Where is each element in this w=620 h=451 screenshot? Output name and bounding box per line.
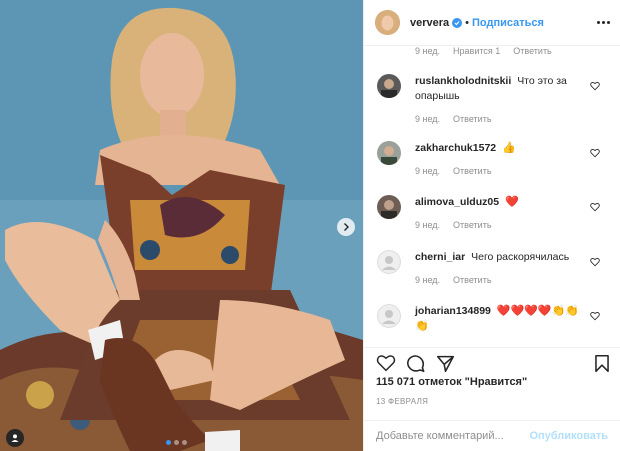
comment-time: 9 нед.	[415, 220, 441, 230]
post-actions-bar	[364, 347, 620, 377]
commenter-username[interactable]: joharian134899	[415, 305, 491, 317]
user-tag-icon	[11, 434, 19, 442]
commenter-username[interactable]: ruslankholodnitskii	[415, 75, 511, 87]
comment-like-heart-icon[interactable]	[590, 148, 600, 158]
comment-text: Чего раскорячилась	[471, 251, 570, 263]
commenter-avatar[interactable]	[377, 304, 401, 328]
comment-time: 9 нед.	[415, 166, 441, 176]
comment-text-block: ruslankholodnitskii Что это за опарышь	[415, 74, 590, 104]
comment-meta: 9 нед. Ответить	[415, 220, 492, 230]
comment-text-block: cherni_iar Чего раскорячилась	[415, 250, 590, 265]
comment-meta: 9 нед. Ответить	[415, 275, 492, 285]
avatar-image	[375, 10, 400, 35]
comment-text: ❤️	[504, 196, 519, 208]
comment-item: ruslankholodnitskii Что это за опарышь 9…	[364, 74, 620, 128]
carousel-dot-active	[166, 440, 171, 445]
comment-like-heart-icon[interactable]	[590, 257, 600, 267]
user-tags-button[interactable]	[6, 429, 24, 447]
publish-button[interactable]: Опубликовать	[529, 430, 608, 442]
comment-text: 👍	[502, 142, 516, 154]
commenter-avatar[interactable]	[377, 195, 401, 219]
carousel-next-button[interactable]	[337, 218, 355, 236]
post-side-panel: ververa • Подписаться 9 нед. Нравится 1 …	[363, 0, 620, 451]
author-avatar[interactable]	[375, 10, 400, 35]
add-comment-bar: Добавьте комментарий... Опубликовать	[364, 420, 620, 451]
commenter-username[interactable]: cherni_iar	[415, 251, 465, 263]
comment-item: alimova_ulduz05 ❤️ 9 нед. Ответить	[364, 195, 620, 249]
comment-like-heart-icon[interactable]	[590, 311, 600, 321]
carousel-dot	[174, 440, 179, 445]
follow-button[interactable]: Подписаться	[472, 17, 544, 29]
carousel-indicator	[166, 440, 187, 445]
post-date[interactable]: 13 ФЕВРАЛЯ	[376, 397, 428, 406]
comment-item: zakharchuk1572 👍 9 нед. Ответить	[364, 141, 620, 195]
carousel-dot	[182, 440, 187, 445]
commenter-avatar[interactable]	[377, 74, 401, 98]
share-icon[interactable]	[436, 354, 455, 373]
comment-input[interactable]: Добавьте комментарий...	[376, 430, 504, 442]
comment-time: 9 нед.	[415, 114, 441, 124]
comment-reply-button[interactable]: Ответить	[513, 47, 551, 56]
post-header: ververa • Подписаться	[364, 0, 620, 46]
commenter-avatar[interactable]	[377, 250, 401, 274]
header-separator: •	[465, 16, 470, 29]
comment-item: cherni_iar Чего раскорячилась 9 нед. Отв…	[364, 250, 620, 304]
comment-likes-count[interactable]: Нравится 1	[453, 47, 500, 56]
comment-meta-partial: 9 нед. Нравится 1 Ответить	[415, 47, 552, 56]
comment-time: 9 нед.	[415, 47, 441, 56]
comments-list[interactable]: 9 нед. Нравится 1 Ответить ruslankholodn…	[364, 47, 620, 345]
comment-item: joharian134899 ❤️❤️❤️❤️👏👏👏	[364, 304, 620, 345]
comment-reply-button[interactable]: Ответить	[453, 114, 491, 124]
commenter-username[interactable]: zakharchuk1572	[415, 142, 496, 154]
commenter-username[interactable]: alimova_ulduz05	[415, 196, 499, 208]
comment-reply-button[interactable]: Ответить	[453, 275, 491, 285]
comment-reply-button[interactable]: Ответить	[453, 166, 491, 176]
chevron-right-icon	[344, 223, 349, 231]
comment-meta: 9 нед. Ответить	[415, 166, 492, 176]
more-options-icon[interactable]	[597, 21, 610, 24]
comment-text-block: alimova_ulduz05 ❤️	[415, 195, 590, 210]
post-photo[interactable]	[0, 0, 363, 451]
comment-time: 9 нед.	[415, 275, 441, 285]
comment-meta: 9 нед. Ответить	[415, 114, 492, 124]
likes-count[interactable]: 115 071 отметок "Нравится"	[376, 376, 527, 388]
comment-like-heart-icon[interactable]	[590, 81, 600, 91]
comment-text-block: zakharchuk1572 👍	[415, 141, 590, 156]
comment-icon[interactable]	[406, 354, 425, 373]
commenter-avatar[interactable]	[377, 141, 401, 165]
comment-like-heart-icon[interactable]	[590, 202, 600, 212]
instagram-post: ververa • Подписаться 9 нед. Нравится 1 …	[0, 0, 620, 451]
author-username[interactable]: ververa	[410, 17, 449, 29]
verified-badge-icon	[452, 17, 463, 28]
photo-scene	[0, 0, 363, 451]
heart-icon[interactable]	[376, 354, 396, 372]
comment-reply-button[interactable]: Ответить	[453, 220, 491, 230]
comment-text-block: joharian134899 ❤️❤️❤️❤️👏👏👏	[415, 304, 580, 334]
bookmark-icon[interactable]	[594, 354, 610, 373]
